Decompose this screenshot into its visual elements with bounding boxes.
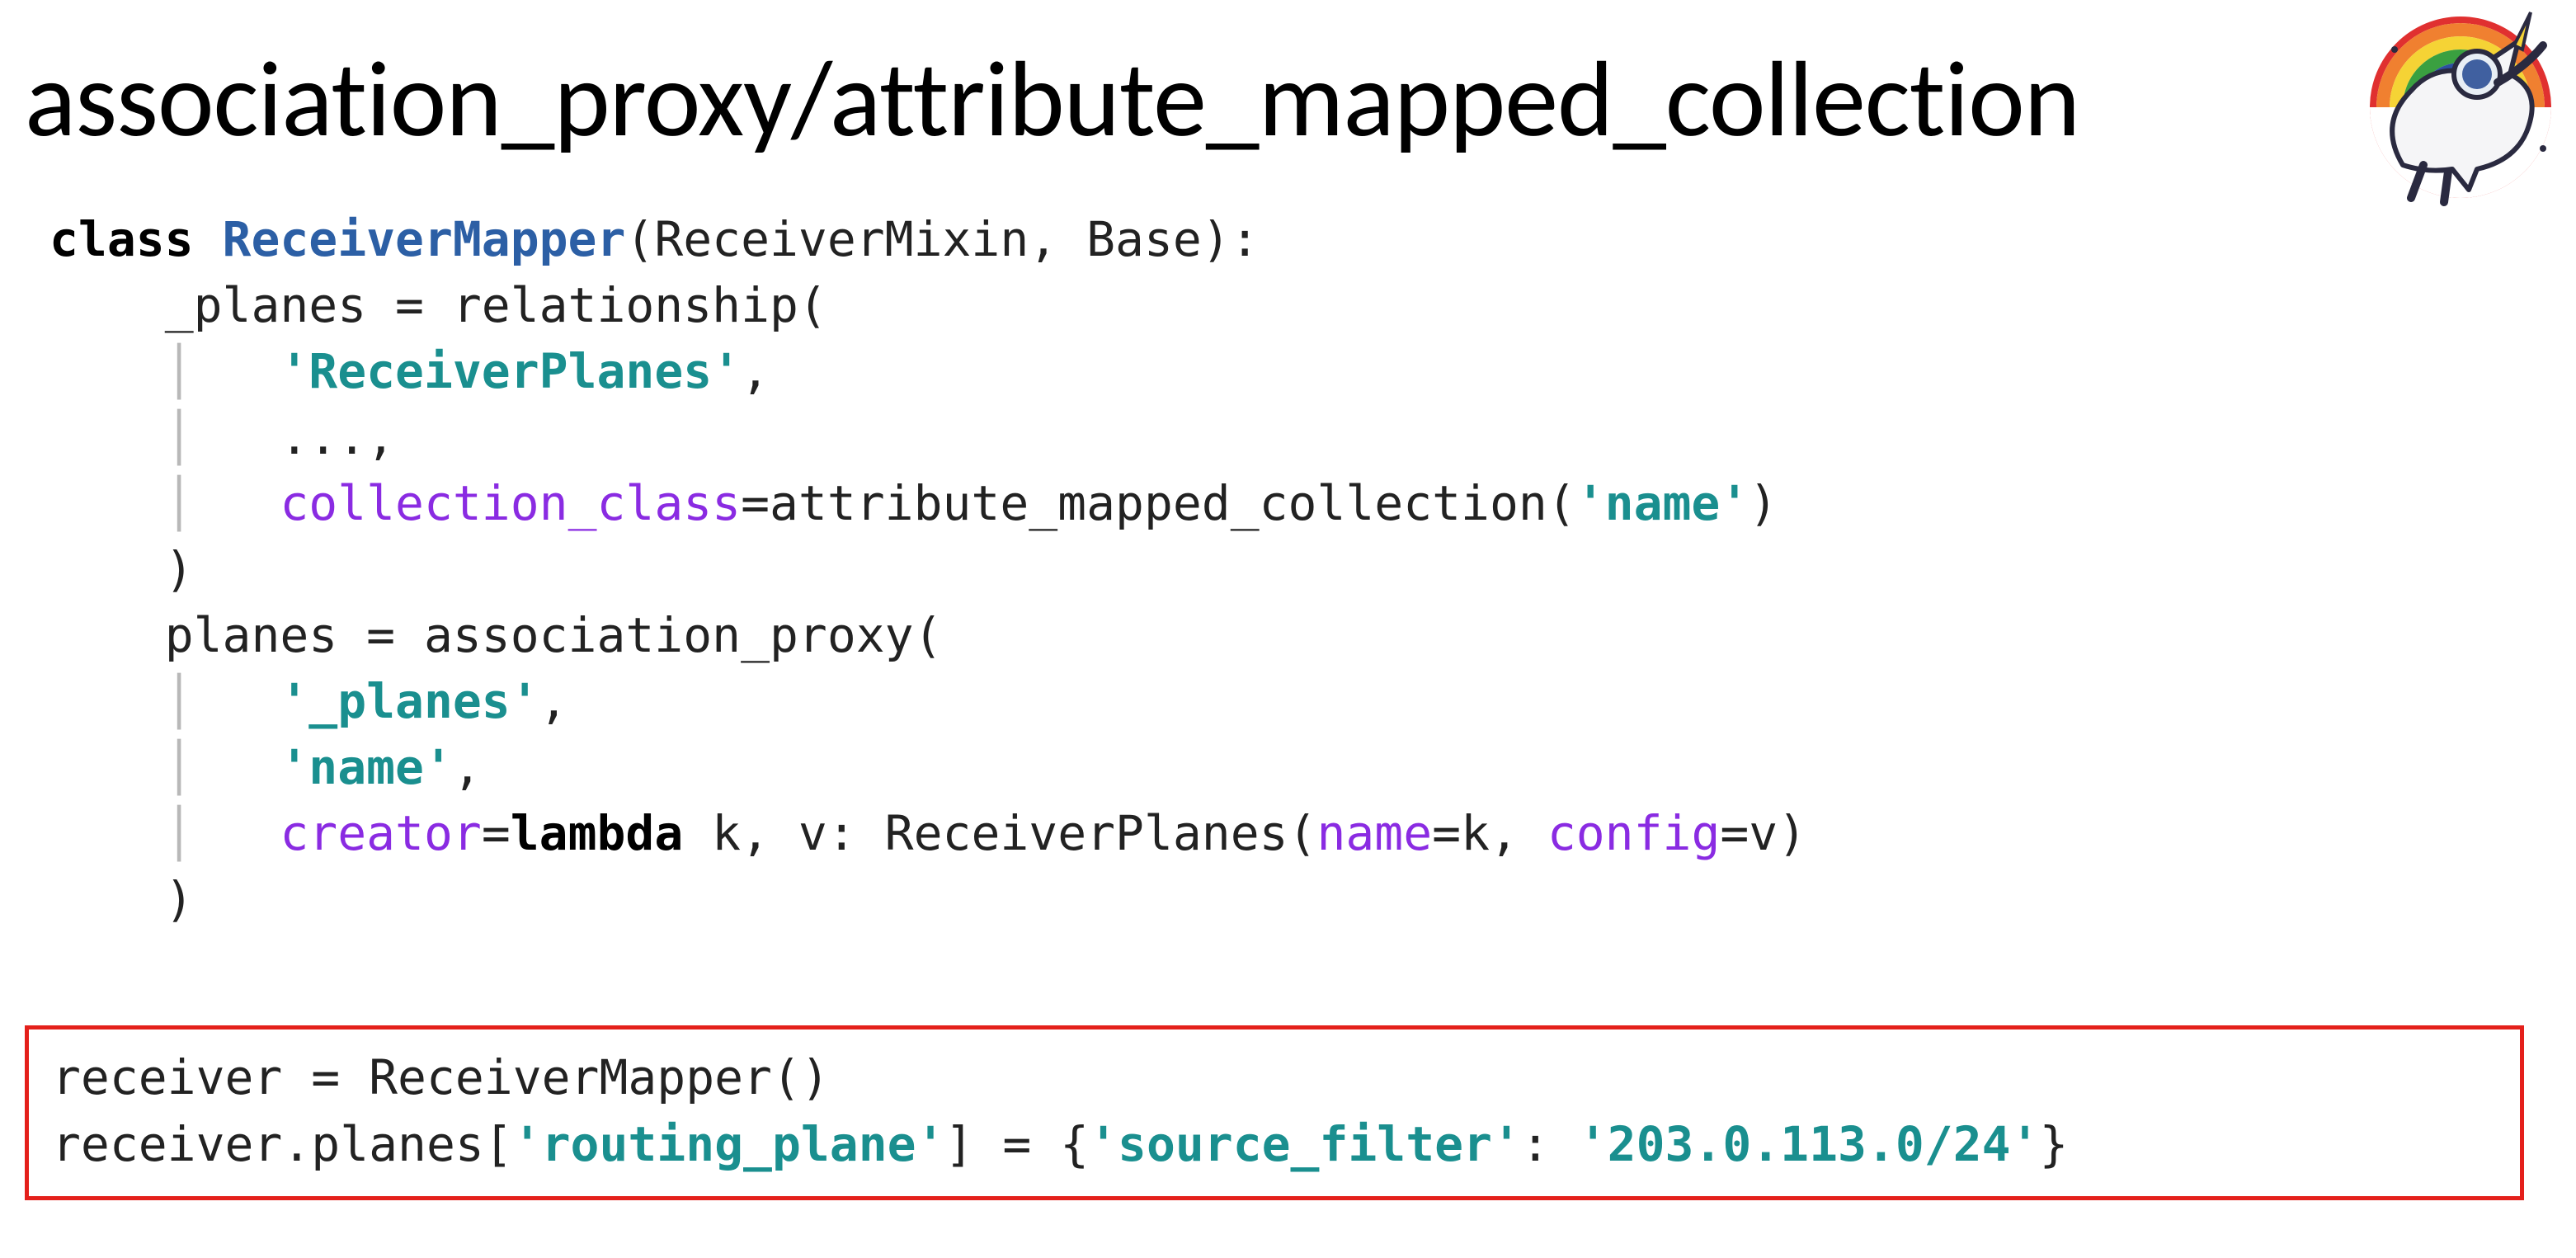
- name-eq: =k,: [1432, 805, 1547, 861]
- usage-line2-d: }: [2039, 1116, 2068, 1172]
- indent-guide: │: [165, 409, 194, 465]
- str-receiverplanes: 'ReceiverPlanes': [280, 343, 741, 399]
- str-planes-priv: '_planes': [280, 673, 539, 729]
- usage-line1: receiver = ReceiverMapper(): [52, 1049, 830, 1105]
- logo-unicorn-astronaut-rainbow: [2353, 0, 2568, 214]
- usage-line2-b: ] = {: [945, 1116, 1090, 1172]
- str-source-filter: 'source_filter': [1089, 1116, 1521, 1172]
- keyword-class: class: [49, 211, 194, 267]
- code-block-usage-highlighted: receiver = ReceiverMapper() receiver.pla…: [25, 1025, 2524, 1200]
- indent-guide: │: [165, 805, 194, 861]
- slide: association_proxy/attribute_mapped_colle…: [0, 0, 2576, 1258]
- ellipsis: ...,: [280, 409, 395, 465]
- kwarg-creator: creator: [280, 805, 481, 861]
- indent-guide: │: [165, 475, 194, 531]
- str-ip: '203.0.113.0/24': [1579, 1116, 2040, 1172]
- lambda-args: k, v: ReceiverPlanes(: [683, 805, 1316, 861]
- kwarg-name: name: [1316, 805, 1432, 861]
- usage-line2-c: :: [1521, 1116, 1579, 1172]
- indent-guide: │: [165, 343, 194, 399]
- config-eq: =v): [1720, 805, 1806, 861]
- slide-title: association_proxy/attribute_mapped_colle…: [25, 33, 2362, 164]
- str-routing-plane: 'routing_plane': [513, 1116, 945, 1172]
- kwarg-config: config: [1547, 805, 1721, 861]
- code-block-main: class ReceiverMapper(ReceiverMixin, Base…: [49, 206, 1806, 932]
- str-name-1: 'name': [1576, 475, 1750, 531]
- usage-line2-a: receiver.planes[: [52, 1116, 513, 1172]
- cc-close: ): [1749, 475, 1778, 531]
- cc-eq: =attribute_mapped_collection(: [741, 475, 1576, 531]
- indent-guide: │: [165, 673, 194, 729]
- indent-guide: │: [165, 739, 194, 795]
- keyword-lambda: lambda: [511, 805, 684, 861]
- line-planes-priv: _planes = relationship(: [165, 277, 827, 333]
- kwarg-collection-class: collection_class: [280, 475, 741, 531]
- str-name-2: 'name': [280, 739, 453, 795]
- ap-close: ): [165, 871, 194, 927]
- rel-close: ): [165, 541, 194, 597]
- class-name: ReceiverMapper: [223, 211, 626, 267]
- line-planes-pub: planes = association_proxy(: [165, 607, 943, 663]
- class-bases: (ReceiverMixin, Base):: [625, 211, 1259, 267]
- creator-eq: =: [482, 805, 511, 861]
